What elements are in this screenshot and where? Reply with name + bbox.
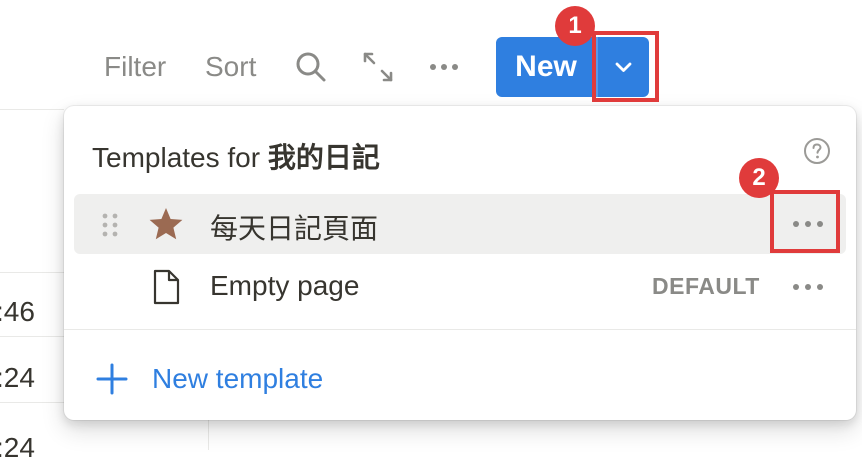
star-icon [149, 208, 183, 240]
more-icon[interactable] [788, 271, 828, 303]
popup-title-database: 我的日記 [267, 142, 380, 173]
new-button[interactable]: New [496, 37, 596, 97]
popup-divider [64, 329, 856, 330]
more-icon[interactable] [427, 50, 461, 84]
bg-row-divider [0, 336, 64, 337]
template-name: 每天日記頁面 [210, 213, 379, 244]
annotation-badge-2: 2 [739, 158, 779, 198]
bg-time-cell: :46 [0, 296, 35, 327]
help-circle-icon[interactable] [802, 136, 832, 166]
popup-title: Templates for 我的日記 [92, 136, 380, 176]
database-toolbar: Filter Sort New [0, 0, 862, 110]
page-icon [153, 269, 180, 305]
default-badge: DEFAULT [652, 273, 760, 299]
new-template-label: New template [152, 363, 324, 394]
template-item[interactable]: Empty page DEFAULT [74, 257, 846, 317]
plus-icon [96, 363, 128, 395]
popup-title-prefix: Templates for [92, 142, 261, 173]
search-icon[interactable] [294, 50, 328, 84]
bg-time-cell: :24 [0, 362, 35, 393]
annotation-badge-1: 1 [555, 6, 595, 46]
bg-time-cell: :24 [0, 432, 35, 463]
filter-button[interactable]: Filter [104, 50, 166, 84]
annotation-highlight-dropdown [592, 31, 659, 102]
bg-row-divider [0, 402, 64, 403]
template-name: Empty page [210, 270, 360, 301]
drag-handle-icon[interactable] [100, 212, 120, 238]
bg-row-divider [0, 272, 64, 273]
expand-icon[interactable] [361, 50, 395, 84]
sort-button[interactable]: Sort [205, 50, 256, 84]
templates-popup: Templates for 我的日記 每天日記頁面 Empty page DEF… [64, 106, 856, 420]
template-item[interactable]: 每天日記頁面 [74, 194, 846, 254]
annotation-highlight-more [770, 190, 840, 253]
